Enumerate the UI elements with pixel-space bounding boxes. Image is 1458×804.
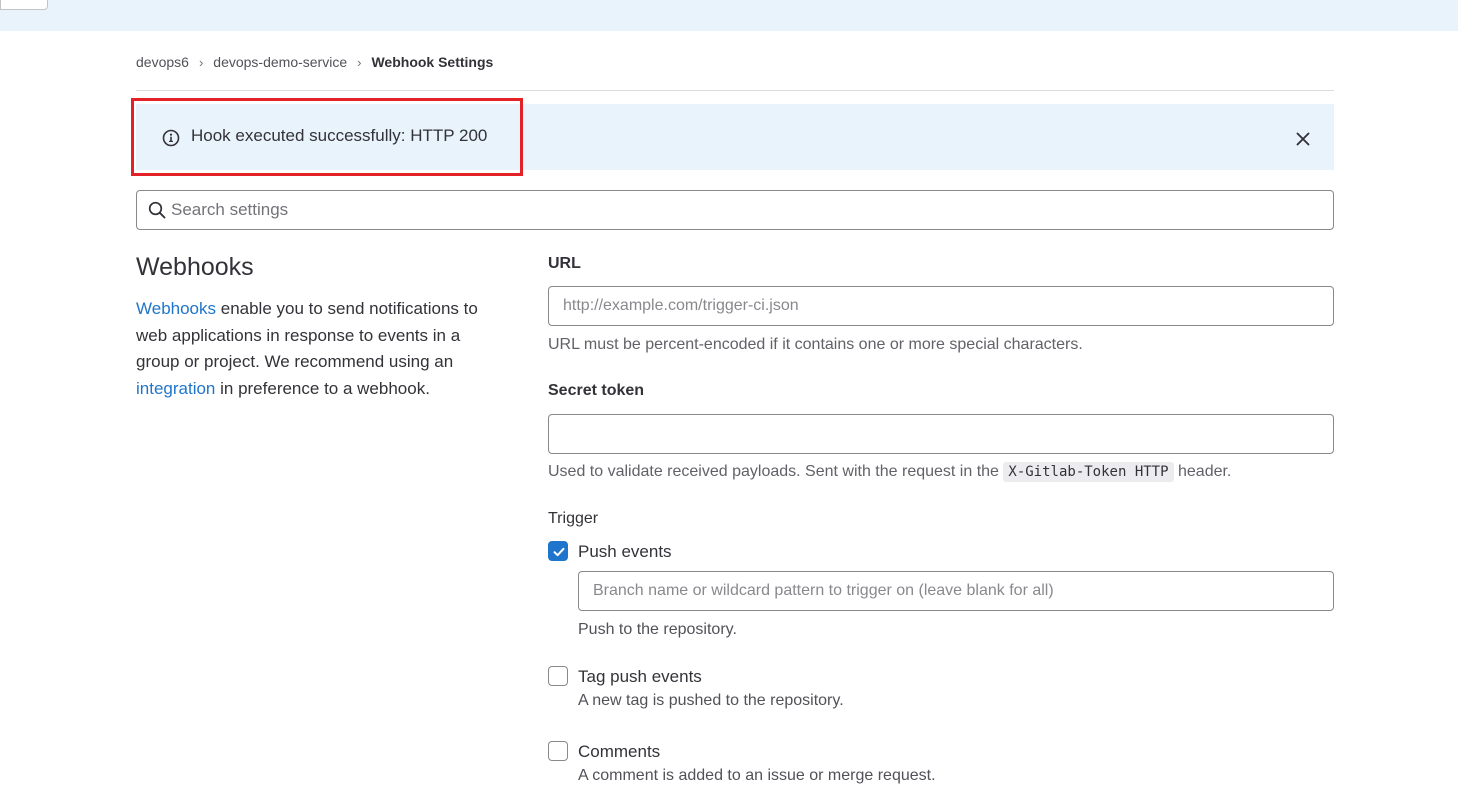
token-help-suffix: header. bbox=[1173, 463, 1232, 480]
breadcrumb-item-group[interactable]: devops6 bbox=[136, 54, 189, 70]
push-events-checkbox[interactable] bbox=[548, 541, 568, 561]
breadcrumb: devops6 › devops-demo-service › Webhook … bbox=[136, 52, 493, 72]
search-icon bbox=[148, 201, 166, 219]
info-icon bbox=[162, 129, 180, 147]
url-help-text: URL must be percent-encoded if it contai… bbox=[548, 336, 1083, 353]
tag-push-events-label[interactable]: Tag push events bbox=[578, 667, 702, 687]
token-help-prefix: Used to validate received payloads. Sent… bbox=[548, 463, 1004, 480]
tag-push-events-help: A new tag is pushed to the repository. bbox=[578, 692, 844, 709]
breadcrumb-current: Webhook Settings bbox=[371, 54, 494, 70]
url-label: URL bbox=[548, 255, 581, 272]
header-divider bbox=[136, 90, 1334, 91]
top-bar-tab[interactable] bbox=[0, 0, 48, 10]
close-icon[interactable] bbox=[1294, 130, 1312, 148]
branch-filter-input[interactable] bbox=[578, 571, 1334, 611]
comments-label[interactable]: Comments bbox=[578, 742, 660, 762]
secret-token-label: Secret token bbox=[548, 382, 645, 399]
chevron-right-icon: › bbox=[198, 54, 204, 70]
token-header-code: X-Gitlab-Token HTTP bbox=[1003, 462, 1174, 482]
top-navigation-bar bbox=[0, 0, 1458, 31]
tag-push-events-checkbox[interactable] bbox=[548, 666, 568, 686]
secret-token-input[interactable] bbox=[548, 414, 1334, 454]
push-events-help: Push to the repository. bbox=[578, 621, 737, 638]
webhooks-desc-text-2: in preference to a webhook. bbox=[215, 378, 430, 398]
push-events-label[interactable]: Push events bbox=[578, 542, 672, 562]
breadcrumb-item-project[interactable]: devops-demo-service bbox=[213, 54, 347, 70]
search-settings-box bbox=[136, 190, 1334, 230]
webhooks-description: Webhooks enable you to send notification… bbox=[136, 296, 506, 402]
checkmark-icon bbox=[553, 547, 565, 557]
chevron-right-icon: › bbox=[357, 54, 362, 70]
secret-token-help-text: Used to validate received payloads. Sent… bbox=[548, 462, 1232, 482]
alert-message: Hook executed successfully: HTTP 200 bbox=[191, 126, 488, 145]
webhooks-title: Webhooks bbox=[136, 253, 254, 281]
comments-help: A comment is added to an issue or merge … bbox=[578, 767, 936, 784]
trigger-label: Trigger bbox=[548, 510, 599, 527]
webhooks-docs-link[interactable]: Webhooks bbox=[136, 299, 216, 318]
url-input[interactable] bbox=[548, 286, 1334, 326]
comments-checkbox[interactable] bbox=[548, 741, 568, 761]
search-settings-input[interactable] bbox=[171, 191, 1321, 229]
integration-link[interactable]: integration bbox=[136, 379, 215, 398]
